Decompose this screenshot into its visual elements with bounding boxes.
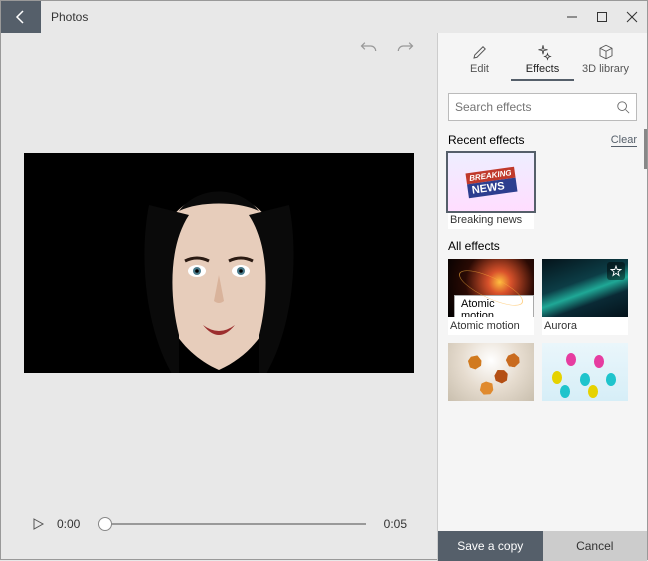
effect-tooltip: Atomic motion [454, 295, 534, 317]
tab-3d-library[interactable]: 3D library [574, 43, 637, 81]
all-heading: All effects [448, 239, 500, 253]
premium-icon [607, 262, 625, 280]
search-effects[interactable] [448, 93, 637, 121]
play-button[interactable] [31, 517, 45, 531]
tab-effects[interactable]: Effects [511, 43, 574, 81]
cancel-button[interactable]: Cancel [543, 531, 648, 561]
tab-edit[interactable]: Edit [448, 43, 511, 81]
time-start: 0:00 [57, 517, 80, 531]
effect-balloons[interactable] [542, 343, 628, 401]
undo-button[interactable] [357, 39, 381, 63]
video-preview[interactable] [24, 153, 414, 373]
search-input[interactable] [455, 100, 616, 114]
effect-breaking-news[interactable]: BREAKINGNEWS Breaking news [448, 153, 534, 229]
close-button[interactable] [617, 1, 647, 33]
effect-atomic-motion[interactable]: Atomic motion Atomic motion [448, 259, 534, 335]
scrollbar[interactable] [644, 129, 647, 169]
titlebar: Photos [1, 1, 647, 33]
redo-button[interactable] [393, 39, 417, 63]
timeline-thumb[interactable] [98, 517, 112, 531]
timeline[interactable]: 0:00 0:05 [31, 517, 407, 531]
recent-heading: Recent effects [448, 133, 525, 147]
maximize-button[interactable] [587, 1, 617, 33]
search-icon [616, 100, 630, 114]
preview-pane: 0:00 0:05 [1, 33, 437, 561]
effect-aurora[interactable]: Aurora [542, 259, 628, 335]
effects-panel: Edit Effects 3D library Recent effects C… [437, 33, 647, 561]
app-title: Photos [41, 10, 88, 24]
save-copy-button[interactable]: Save a copy [438, 531, 543, 561]
minimize-button[interactable] [557, 1, 587, 33]
back-button[interactable] [1, 1, 41, 33]
time-end: 0:05 [384, 517, 407, 531]
timeline-track[interactable] [98, 523, 365, 525]
clear-recent[interactable]: Clear [611, 134, 637, 147]
effect-autumn-leaves[interactable] [448, 343, 534, 401]
